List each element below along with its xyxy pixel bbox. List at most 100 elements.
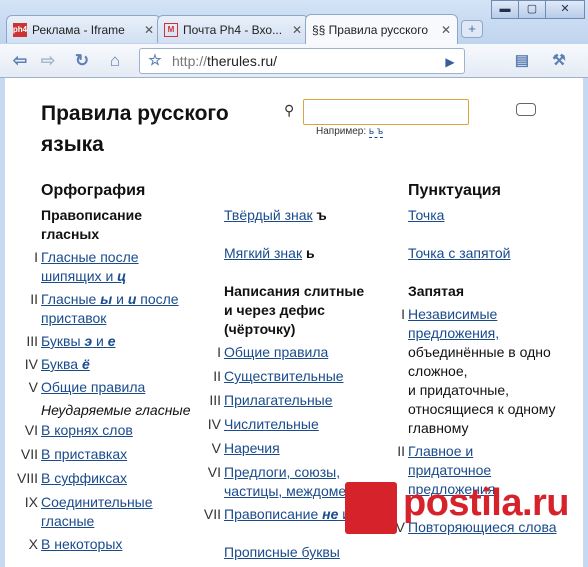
- search-input[interactable]: [303, 99, 469, 125]
- list-item: V Общие правила: [5, 378, 205, 397]
- item-number: VII: [20, 446, 38, 462]
- tab-mail[interactable]: M Почта Ph4 - Вхо... ✕: [157, 15, 309, 43]
- list-item: II Гласные ы и и после приставок: [5, 290, 205, 328]
- item-number: I: [217, 344, 221, 360]
- comma-item-text: объединённые в одно сложное,: [408, 344, 551, 379]
- back-arrow-icon[interactable]: ⇦: [8, 49, 32, 73]
- tab-pravila[interactable]: §§ Правила русского ✕: [305, 14, 458, 44]
- general-rules-link[interactable]: Общие правила: [41, 378, 145, 397]
- browser-toolbar: ⇦ ⇨ ↻ ⌂ http://therules.ru/ ☆ ▶ ▤ ⚒: [0, 44, 588, 78]
- close-tab-icon[interactable]: ✕: [144, 23, 154, 37]
- hyphen-subheading: Написания слитные и через дефис (чёрточк…: [224, 283, 365, 337]
- letter-yo-link[interactable]: Буква ё: [41, 355, 90, 374]
- punctuation-heading: Пунктуация: [408, 182, 501, 199]
- close-tab-icon[interactable]: ✕: [292, 23, 302, 37]
- adjectives-link[interactable]: Прилагательные: [224, 391, 333, 410]
- unstressed-label: Неударяемые гласные: [41, 402, 191, 418]
- vowels-subheading: Правописание гласных: [41, 207, 143, 242]
- item-number: II: [213, 368, 221, 384]
- adverbs-link[interactable]: Наречия: [224, 439, 280, 458]
- item-number: II: [30, 291, 38, 307]
- list-item: III Буквы э и е: [5, 332, 205, 351]
- address-bar[interactable]: http://therules.ru/: [139, 48, 465, 74]
- soft-sign-link[interactable]: Мягкий знак: [224, 245, 302, 261]
- item-number: IV: [24, 356, 38, 372]
- close-window-button[interactable]: ✕: [545, 0, 585, 19]
- orthography-column: Орфография: [41, 181, 201, 201]
- soft-sign-row: Мягкий знак ь: [224, 244, 384, 263]
- numerals-link[interactable]: Числительные: [224, 415, 319, 434]
- list-item: IV Буква ё: [5, 355, 205, 374]
- list-item: I Общие правила: [185, 343, 385, 362]
- minimize-button[interactable]: ▬: [491, 0, 519, 19]
- vowels-after-sibilants-link[interactable]: Гласные после шипящих и ц: [41, 248, 161, 286]
- semicolon-link[interactable]: Точка с запятой: [408, 245, 510, 261]
- in-some-link[interactable]: В некоторых: [41, 535, 122, 554]
- item-number: I: [34, 249, 38, 265]
- item-number: VI: [24, 422, 38, 438]
- tab-label: Реклама - Iframe: [32, 22, 125, 37]
- keyboard-icon[interactable]: [516, 103, 536, 116]
- vowels-after-prefixes-link[interactable]: Гласные ы и и после приставок: [41, 290, 191, 328]
- soft-sign-glyph: ь: [305, 245, 315, 261]
- item-number: IX: [24, 494, 38, 510]
- vowels-list: I Гласные после шипящих и ц II Гласные ы…: [5, 248, 205, 554]
- list-item: VIII В суффиксах: [5, 469, 205, 488]
- go-arrow-icon[interactable]: ▶: [441, 53, 459, 71]
- list-item: I Гласные после шипящих и ц: [5, 248, 205, 286]
- search-example: Например: ь ъ: [316, 126, 384, 138]
- list-item: IV Числительные: [185, 415, 385, 434]
- in-suffixes-link[interactable]: В суффиксах: [41, 469, 127, 488]
- search-icon: ⚲: [284, 102, 295, 118]
- list-item: III Прилагательные: [185, 391, 385, 410]
- example-label: Например:: [316, 126, 367, 137]
- postila-watermark: postila.ru: [345, 482, 588, 567]
- vowels-subheading-wrap: Правописание гласных: [41, 206, 166, 244]
- list-item: VII В приставках: [5, 445, 205, 464]
- tab-reklama[interactable]: рh4 Реклама - Iframe ✕: [6, 15, 161, 43]
- url-protocol: http://: [172, 53, 208, 69]
- item-number: VII: [203, 506, 221, 522]
- maximize-button[interactable]: ▢: [518, 0, 546, 19]
- signs-column: Твёрдый знак ъ Мягкий знак ь Написания с…: [224, 206, 384, 341]
- mail-favicon-icon: M: [164, 22, 178, 37]
- hard-sign-glyph: ъ: [316, 207, 327, 223]
- hard-sign-link[interactable]: Твёрдый знак: [224, 207, 313, 223]
- semicolon-row: Точка с запятой: [408, 244, 578, 263]
- list-item: VI В корнях слов: [5, 421, 205, 440]
- close-tab-icon[interactable]: ✕: [441, 23, 451, 37]
- item-number: III: [26, 333, 38, 349]
- item-number: III: [209, 392, 221, 408]
- reload-icon[interactable]: ↻: [70, 49, 94, 73]
- list-item: II Существительные: [185, 367, 385, 386]
- list-item: I Независимые предложения, объединённые …: [375, 305, 580, 438]
- item-number: VIII: [16, 470, 38, 486]
- hard-sign-row: Твёрдый знак ъ: [224, 206, 384, 225]
- in-prefixes-link[interactable]: В приставках: [41, 445, 127, 464]
- orthography-heading: Орфография: [41, 182, 146, 199]
- independent-clauses-link[interactable]: Независимые предложения,: [408, 305, 518, 343]
- home-icon[interactable]: ⌂: [103, 49, 127, 73]
- connecting-vowels-link[interactable]: Соединительные гласные: [41, 493, 161, 531]
- site-title: Правила русского языка: [41, 102, 229, 156]
- forward-arrow-icon[interactable]: ⇨: [36, 49, 60, 73]
- list-item: V Наречия: [185, 439, 385, 458]
- nouns-link[interactable]: Существительные: [224, 367, 344, 386]
- item-number: V: [211, 440, 221, 456]
- in-roots-link[interactable]: В корнях слов: [41, 421, 133, 440]
- bookmark-star-icon[interactable]: ☆: [143, 49, 167, 73]
- postila-logo-icon: [345, 482, 397, 534]
- comma-item-text-2: и придаточные, относящиеся к одному глав…: [408, 382, 556, 436]
- example-link[interactable]: ь ъ: [368, 126, 384, 138]
- list-item: Неударяемые гласные: [5, 401, 205, 420]
- page-menu-icon[interactable]: ▤: [510, 49, 534, 73]
- capital-letters-link[interactable]: Прописные буквы: [224, 543, 340, 562]
- tab-label: Почта Ph4 - Вхо...: [183, 22, 283, 37]
- url-host: therules.ru/: [207, 53, 278, 69]
- new-tab-button[interactable]: +: [461, 20, 483, 38]
- letters-e-link[interactable]: Буквы э и е: [41, 332, 116, 351]
- dot-link[interactable]: Точка: [408, 207, 444, 223]
- hyphen-general-link[interactable]: Общие правила: [224, 343, 328, 362]
- wrench-icon[interactable]: ⚒: [547, 49, 571, 73]
- item-number: I: [401, 306, 405, 322]
